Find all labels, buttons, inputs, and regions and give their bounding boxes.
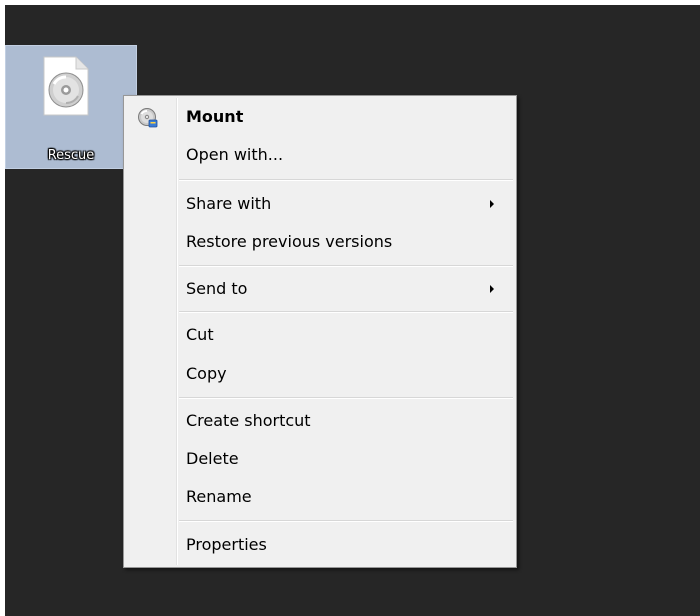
menu-item-restore-previous-versions[interactable]: Restore previous versions xyxy=(126,223,514,261)
menu-item-open-with[interactable]: Open with... xyxy=(126,136,514,174)
menu-item-copy[interactable]: Copy xyxy=(126,355,514,393)
context-menu: Mount Open with... Share with Restore pr… xyxy=(123,95,517,568)
menu-item-label: Mount xyxy=(186,107,244,126)
disc-image-file-icon xyxy=(43,56,89,116)
menu-item-rename[interactable]: Rename xyxy=(126,478,514,516)
menu-item-label: Create shortcut xyxy=(186,411,311,430)
menu-separator xyxy=(179,311,513,313)
submenu-arrow-icon xyxy=(490,285,494,293)
menu-item-delete[interactable]: Delete xyxy=(126,440,514,478)
menu-item-properties[interactable]: Properties xyxy=(126,526,514,564)
menu-item-label: Send to xyxy=(186,279,248,298)
menu-item-label: Properties xyxy=(186,535,267,554)
menu-item-cut[interactable]: Cut xyxy=(126,316,514,354)
menu-item-create-shortcut[interactable]: Create shortcut xyxy=(126,402,514,440)
menu-item-share-with[interactable]: Share with xyxy=(126,185,514,223)
menu-item-label: Rename xyxy=(186,487,252,506)
menu-separator xyxy=(179,397,513,399)
disc-mount-icon xyxy=(138,108,158,128)
menu-item-label: Delete xyxy=(186,449,239,468)
menu-item-label: Open with... xyxy=(186,145,284,164)
menu-separator xyxy=(179,179,513,181)
desktop-icon-label: Rescue xyxy=(47,148,95,163)
menu-item-label: Cut xyxy=(186,325,214,344)
menu-item-mount[interactable]: Mount xyxy=(126,98,514,136)
desktop-icon-rescue[interactable]: Rescue xyxy=(5,45,137,169)
menu-separator xyxy=(179,520,513,522)
menu-item-label: Restore previous versions xyxy=(186,232,393,251)
menu-item-label: Share with xyxy=(186,194,272,213)
menu-separator xyxy=(179,265,513,267)
menu-item-label: Copy xyxy=(186,364,227,383)
menu-item-send-to[interactable]: Send to xyxy=(126,270,514,308)
desktop: Rescue Mount Open with... Share with Res… xyxy=(5,5,700,616)
submenu-arrow-icon xyxy=(490,200,494,208)
